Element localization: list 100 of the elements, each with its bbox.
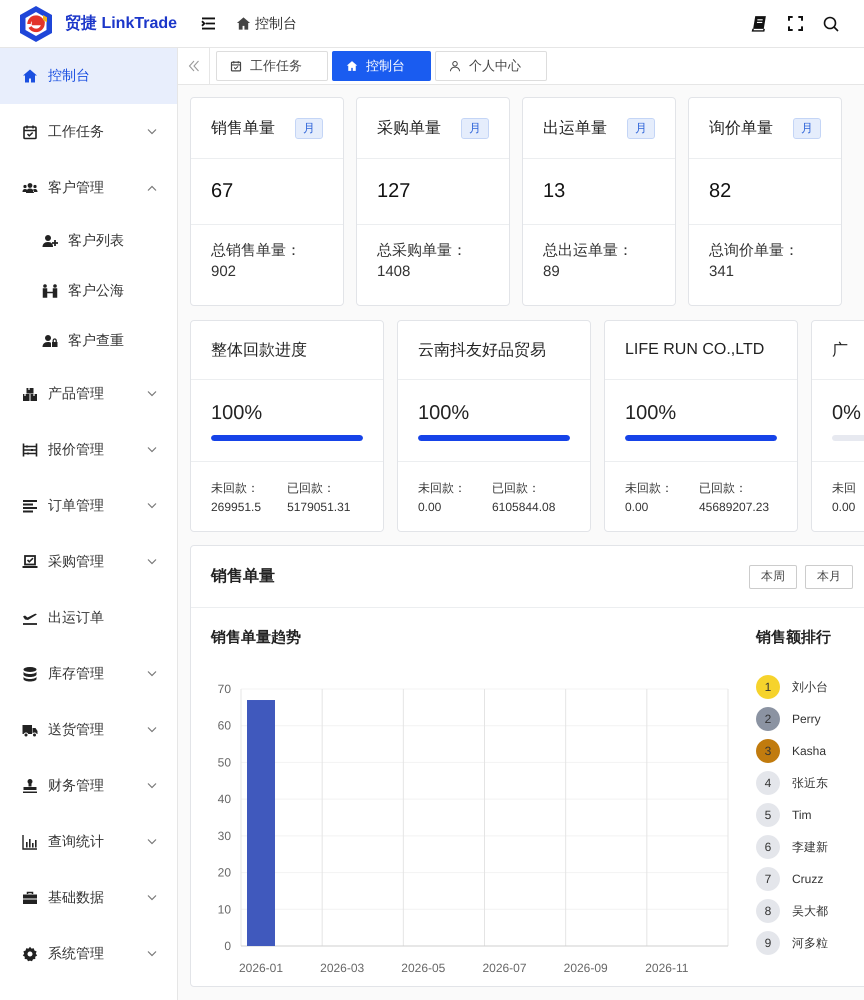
axis-label: 10 (218, 902, 231, 916)
home-icon (236, 16, 251, 31)
home-icon (22, 68, 38, 84)
user-plus-icon (42, 233, 58, 249)
chevron-down-icon (147, 559, 157, 565)
tab[interactable]: 控制台 (332, 51, 431, 81)
rank-badge: 4 (756, 771, 780, 795)
brand-name: 贸捷 LinkTrade (65, 13, 178, 34)
sidebar-item[interactable]: 采购管理 (0, 534, 177, 590)
tab[interactable]: 工作任务 (216, 51, 328, 81)
total-value: 341 (709, 263, 736, 280)
sidebar-item[interactable]: 工作任务 (0, 104, 177, 160)
sidebar-item[interactable]: 查询统计 (0, 814, 177, 870)
tab[interactable]: 个人中心 (435, 51, 547, 81)
paid-label: 已回款： (699, 480, 748, 497)
sidebar-item[interactable]: 订单管理 (0, 478, 177, 534)
total-label: 总询价单量： (709, 241, 800, 260)
paid-value: 45689207.23 (699, 500, 770, 514)
sidebar-item[interactable]: 控制台 (0, 48, 177, 104)
period-badge: 月 (461, 118, 489, 138)
axis-label: 2026-11 (645, 961, 688, 975)
stat-value: 82 (709, 180, 732, 203)
chevron-down-icon (147, 503, 157, 509)
card-title: 广 (832, 340, 848, 360)
unpaid-label: 未回款： (418, 480, 466, 497)
breadcrumb-item[interactable]: 控制台 (255, 14, 297, 32)
axis-label: 2026-05 (401, 961, 446, 975)
double-chevron-left-icon (188, 60, 200, 72)
card-title: 询价单量 (709, 118, 773, 138)
sidebar-item[interactable]: 系统管理 (0, 926, 177, 982)
chevron-down-icon (147, 783, 157, 789)
user-icon (449, 60, 461, 72)
sidebar-subitem[interactable]: 客户列表 (0, 216, 177, 266)
axis-label: 40 (218, 792, 231, 806)
panel-title: 销售单量 (211, 566, 275, 587)
period-badge: 月 (627, 118, 655, 138)
sidebar-item[interactable]: 财务管理 (0, 758, 177, 814)
search-icon[interactable] (823, 16, 839, 32)
total-value: 1408 (377, 263, 412, 280)
sidebar-item[interactable]: 报价管理 (0, 422, 177, 478)
axis-label: 20 (218, 866, 231, 880)
card-title: 出运单量 (543, 118, 607, 138)
truck-icon (22, 722, 38, 738)
total-label: 总销售单量： (211, 241, 302, 260)
chevron-up-icon (147, 185, 157, 191)
home-icon (346, 60, 358, 72)
ranking-name: Cruzz (792, 872, 824, 886)
laptop-check-icon (22, 554, 38, 570)
period-button[interactable]: 本周 (749, 564, 797, 588)
percent-text: 100% (625, 402, 678, 425)
menu-fold-icon[interactable] (201, 17, 216, 30)
fullscreen-icon[interactable] (788, 16, 803, 31)
paid-value: 6105844.08 (492, 500, 556, 514)
chart-title: 销售单量趋势 (211, 628, 302, 647)
sidebar-item[interactable]: 客户管理 (0, 160, 177, 216)
axis-label: 2026-09 (564, 961, 608, 975)
rank-badge: 2 (756, 707, 780, 731)
percent-text: 100% (211, 402, 264, 425)
stat-value: 127 (377, 180, 410, 203)
ranking-name: 刘小台 (792, 678, 828, 696)
rank-badge: 6 (756, 835, 780, 859)
book-icon[interactable] (751, 15, 768, 32)
unpaid-label: 未回款： (211, 480, 260, 497)
ranking-name: 吴大都 (792, 902, 828, 920)
sidebar-subitem[interactable]: 客户查重 (0, 316, 177, 366)
chevron-down-icon (147, 391, 157, 397)
percent-text: 0% (832, 402, 862, 425)
card-title: 云南抖友好品贸易 (418, 340, 546, 360)
card-title: 销售单量 (211, 118, 275, 138)
ranking-name: 李建新 (792, 838, 828, 856)
card-title: 采购单量 (377, 118, 441, 138)
briefcase-icon (22, 890, 38, 906)
paid-label: 已回款： (492, 480, 541, 497)
ranking-name: 河多粒 (792, 934, 828, 952)
sidebar-item[interactable]: 送货管理 (0, 702, 177, 758)
period-badge: 月 (295, 118, 323, 138)
chevron-down-icon (147, 727, 157, 733)
chevron-down-icon (147, 671, 157, 677)
rank-badge: 8 (756, 899, 780, 923)
unpaid-value: 0.00 (625, 500, 650, 514)
axis-label: 2026-03 (320, 961, 364, 975)
chevron-down-icon (147, 839, 157, 845)
axis-label: 2026-07 (482, 961, 527, 975)
sidebar-item[interactable]: 产品管理 (0, 366, 177, 422)
axis-label: 60 (218, 718, 231, 733)
period-badge: 月 (793, 118, 821, 138)
stat-value: 13 (543, 180, 566, 203)
total-label: 总出运单量： (543, 241, 634, 260)
bar-chart-icon (22, 834, 38, 850)
lines-icon (22, 498, 38, 514)
sidebar-item[interactable]: 基础数据 (0, 870, 177, 926)
sidebar-item[interactable]: 出运订单 (0, 590, 177, 646)
period-button[interactable]: 本月 (805, 564, 853, 588)
logo-icon (18, 4, 54, 42)
sidebar-subitem[interactable]: 客户公海 (0, 266, 177, 316)
ranking-title: 销售额排行 (756, 628, 831, 647)
total-value: 902 (211, 263, 238, 280)
unpaid-value: 0.00 (418, 500, 442, 514)
total-value: 89 (543, 263, 561, 280)
sidebar-item[interactable]: 库存管理 (0, 646, 177, 702)
